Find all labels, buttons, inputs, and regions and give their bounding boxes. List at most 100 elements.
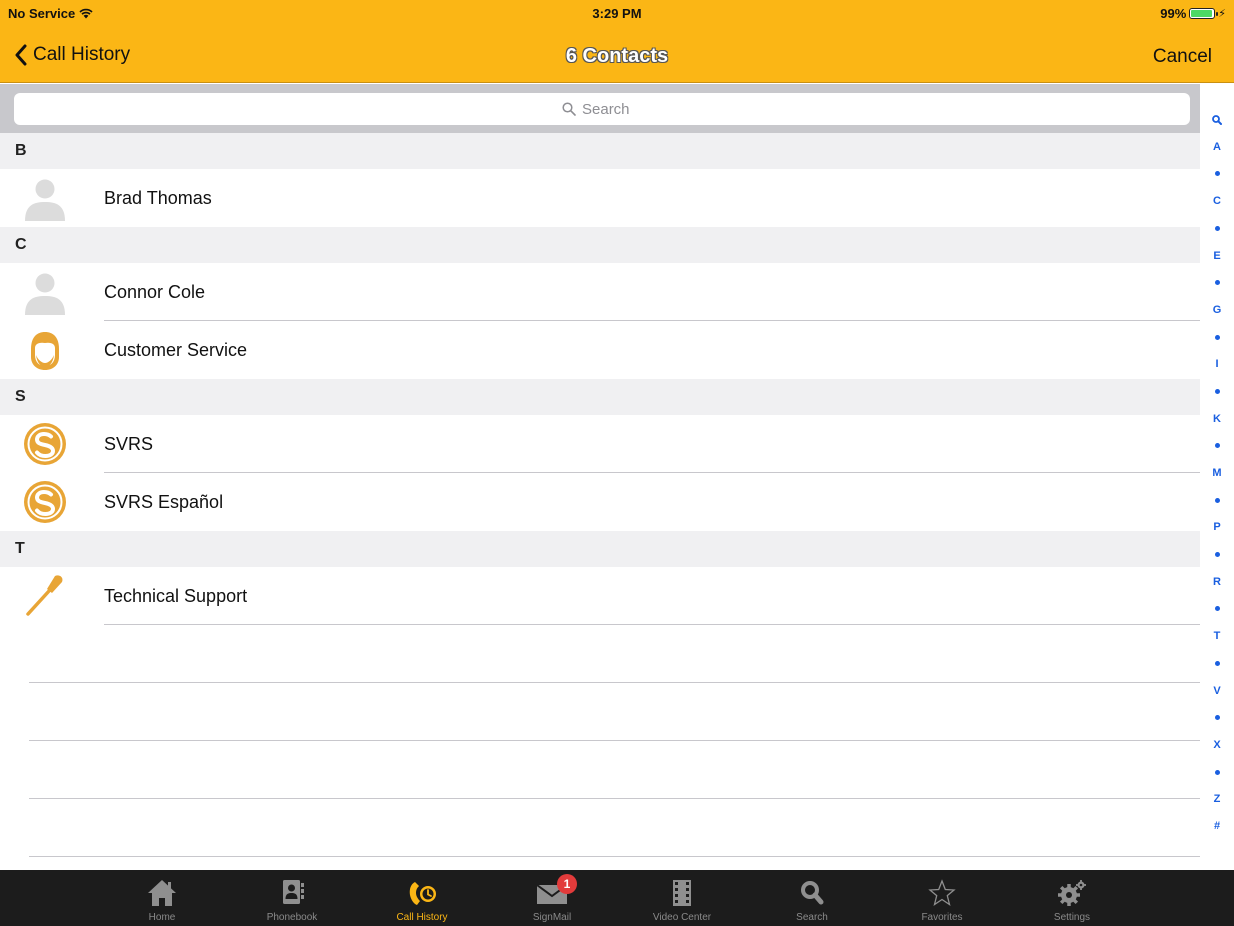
empty-row	[0, 741, 1200, 799]
tab-phonebook[interactable]: Phonebook	[227, 870, 357, 926]
home-icon	[148, 880, 176, 906]
index-dot	[1214, 715, 1220, 721]
index-dot	[1214, 171, 1220, 177]
tab-label: Search	[796, 912, 828, 923]
index-letter-c[interactable]: C	[1213, 188, 1221, 215]
contact-row-connor-cole[interactable]: Connor Cole	[0, 263, 1200, 321]
search-bar-container	[0, 84, 1200, 133]
video-center-icon	[673, 880, 691, 906]
index-dot	[1214, 497, 1220, 503]
index-letter-k[interactable]: K	[1213, 405, 1221, 432]
index-separator[interactable]	[1214, 487, 1220, 514]
index-separator[interactable]	[1214, 324, 1220, 351]
index-separator[interactable]	[1214, 759, 1220, 786]
search-input[interactable]	[582, 100, 642, 118]
contact-name: SVRS	[104, 433, 154, 454]
tab-home[interactable]: Home	[97, 870, 227, 926]
status-time: 3:29 PM	[592, 6, 642, 21]
index-letter-x[interactable]: X	[1213, 731, 1220, 758]
index-separator[interactable]	[1214, 215, 1220, 242]
index-letter-a[interactable]: A	[1213, 133, 1221, 160]
index-hash[interactable]: #	[1214, 813, 1220, 840]
tab-search[interactable]: Search	[747, 870, 877, 926]
contact-name: Brad Thomas	[104, 187, 212, 208]
index-dot	[1214, 606, 1220, 612]
section-header-s: S	[0, 379, 1200, 415]
index-dot	[1214, 334, 1220, 340]
tab-signmail[interactable]: 1 SignMail	[487, 870, 617, 926]
section-header-c: C	[0, 227, 1200, 263]
index-separator[interactable]	[1214, 704, 1220, 731]
person-silhouette-icon	[25, 273, 65, 315]
index-letter-v[interactable]: V	[1213, 677, 1220, 704]
navigation-bar: Call History 6 Contacts Cancel	[0, 36, 1234, 80]
index-dot	[1214, 388, 1220, 394]
tab-label: Favorites	[921, 912, 963, 923]
index-letter-e[interactable]: E	[1213, 242, 1220, 269]
index-dot	[1214, 225, 1220, 231]
tab-call-history[interactable]: Call History	[357, 870, 487, 926]
battery-percent: 99%	[1160, 6, 1187, 21]
tab-label: Video Center	[652, 912, 712, 923]
search-icon	[562, 102, 576, 116]
phonebook-icon	[283, 880, 304, 904]
contact-name: Connor Cole	[104, 281, 206, 302]
search-icon	[801, 881, 824, 905]
search-field[interactable]	[14, 93, 1190, 125]
top-bar: No Service 3:29 PM 99% ⚡ Call History 6 …	[0, 0, 1234, 83]
index-separator[interactable]	[1214, 378, 1220, 405]
contact-list: B Brad Thomas C Connor Cole Customer Ser…	[0, 133, 1200, 857]
index-letter-z[interactable]: Z	[1214, 786, 1221, 813]
contact-row-brad-thomas[interactable]: Brad Thomas	[0, 169, 1200, 227]
gear-icon	[1058, 880, 1086, 906]
tab-favorites[interactable]: Favorites	[877, 870, 1007, 926]
back-button[interactable]: Call History	[14, 44, 130, 66]
cancel-button[interactable]: Cancel	[1153, 46, 1212, 68]
svrs-logo-icon	[24, 481, 66, 523]
unread-badge: 1	[557, 874, 577, 894]
index-letter-m[interactable]: M	[1212, 459, 1221, 486]
section-index[interactable]: A C E G I K M P R T V X Z #	[1200, 106, 1234, 850]
charging-icon: ⚡	[1218, 8, 1226, 20]
index-dot	[1214, 769, 1220, 775]
tab-video-center[interactable]: Video Center	[617, 870, 747, 926]
index-dot	[1214, 552, 1220, 558]
status-bar: No Service 3:29 PM 99% ⚡	[0, 0, 1234, 28]
svrs-logo-icon	[24, 423, 66, 465]
section-header-b: B	[0, 133, 1200, 169]
empty-row	[0, 799, 1200, 857]
index-separator[interactable]	[1214, 541, 1220, 568]
index-letter-t[interactable]: T	[1214, 623, 1221, 650]
tab-label: Call History	[396, 912, 448, 923]
index-letter-i[interactable]: I	[1215, 351, 1218, 378]
contact-name: Technical Support	[104, 585, 248, 606]
tab-label: SignMail	[532, 912, 572, 923]
battery-icon	[1189, 8, 1219, 19]
page-title: 6 Contacts	[565, 45, 669, 67]
contact-row-svrs-espanol[interactable]: SVRS Español	[0, 473, 1200, 531]
contact-row-technical-support[interactable]: Technical Support	[0, 567, 1200, 625]
back-button-label: Call History	[33, 44, 131, 65]
tab-bar: Home Phonebook Call History 1 SignMail V…	[0, 870, 1234, 926]
index-letter-p[interactable]: P	[1213, 514, 1220, 541]
search-icon	[1212, 114, 1222, 125]
tab-settings[interactable]: Settings	[1007, 870, 1137, 926]
index-separator[interactable]	[1214, 432, 1220, 459]
customer-service-icon	[31, 332, 59, 370]
index-letter-g[interactable]: G	[1213, 296, 1222, 323]
empty-row	[0, 625, 1200, 683]
index-separator[interactable]	[1214, 650, 1220, 677]
index-separator[interactable]	[1214, 269, 1220, 296]
contact-row-customer-service[interactable]: Customer Service	[0, 321, 1200, 379]
index-search-icon[interactable]	[1212, 106, 1222, 133]
index-separator[interactable]	[1214, 595, 1220, 622]
index-dot	[1214, 660, 1220, 666]
index-separator[interactable]	[1214, 160, 1220, 187]
screwdriver-icon	[26, 575, 63, 616]
index-dot	[1214, 443, 1220, 449]
contact-row-svrs[interactable]: SVRS	[0, 415, 1200, 473]
tab-label: Settings	[1053, 912, 1091, 923]
person-silhouette-icon	[25, 179, 65, 221]
index-letter-r[interactable]: R	[1213, 568, 1221, 595]
section-header-t: T	[0, 531, 1200, 567]
